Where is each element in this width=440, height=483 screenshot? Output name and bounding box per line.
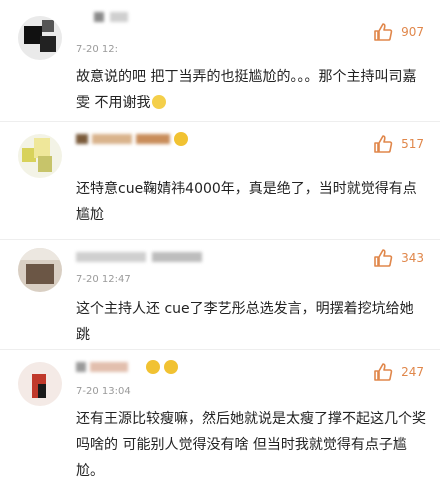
- comment-text: 还有王源比较瘦嘛，然后她就说是太瘦了撑不起这几个奖吗啥的 可能别人觉得没有啥 但…: [76, 411, 426, 479]
- like-button[interactable]: 907: [373, 22, 424, 42]
- like-count: 343: [401, 251, 424, 265]
- like-count: 517: [401, 137, 424, 151]
- smiley-emoji-icon: [152, 95, 167, 109]
- timestamp: 7-20 13:04: [76, 386, 131, 397]
- like-button[interactable]: 343: [373, 248, 424, 268]
- comment-text: 这个主持人还 cue了李艺彤总选发言，明摆着挖坑给她跳: [76, 301, 414, 343]
- thumbs-up-icon: [374, 135, 393, 153]
- emoji-icon: [146, 360, 160, 374]
- timestamp: 7-20 12:47: [76, 274, 131, 285]
- thumbs-up-icon: [374, 23, 393, 41]
- comment-item: 7-20 13:04 247 还有王源比较瘦嘛，然后她就说是太瘦了撑不起这几个奖…: [0, 350, 440, 483]
- comment-item: 7-20 12: 907 故意说的吧 把丁当弄的也挺尴尬的。。。那个主持叫司嘉雯…: [0, 0, 440, 118]
- avatar[interactable]: [18, 362, 62, 406]
- like-count: 907: [401, 25, 424, 39]
- like-button[interactable]: 517: [373, 134, 424, 154]
- avatar[interactable]: [18, 134, 62, 178]
- comment-text: 故意说的吧 把丁当弄的也挺尴尬的。。。那个主持叫司嘉雯 不用谢我: [76, 69, 417, 111]
- comment-item: 7-20 12:47 343 这个主持人还 cue了李艺彤总选发言，明摆着挖坑给…: [0, 240, 440, 350]
- avatar[interactable]: [18, 16, 62, 60]
- timestamp: 7-20 12:: [76, 44, 118, 55]
- thumbs-up-icon: [374, 249, 393, 267]
- comment-text: 还特意cue鞠婧祎4000年，真是绝了，当时就觉得有点尴尬: [76, 181, 417, 223]
- emoji-icon: [174, 132, 188, 146]
- thumbs-up-icon: [374, 363, 393, 381]
- like-button[interactable]: 247: [373, 362, 424, 382]
- comment-item: 517 还特意cue鞠婧祎4000年，真是绝了，当时就觉得有点尴尬: [0, 122, 440, 240]
- like-count: 247: [401, 365, 424, 379]
- emoji-icon: [164, 360, 178, 374]
- avatar[interactable]: [18, 248, 62, 292]
